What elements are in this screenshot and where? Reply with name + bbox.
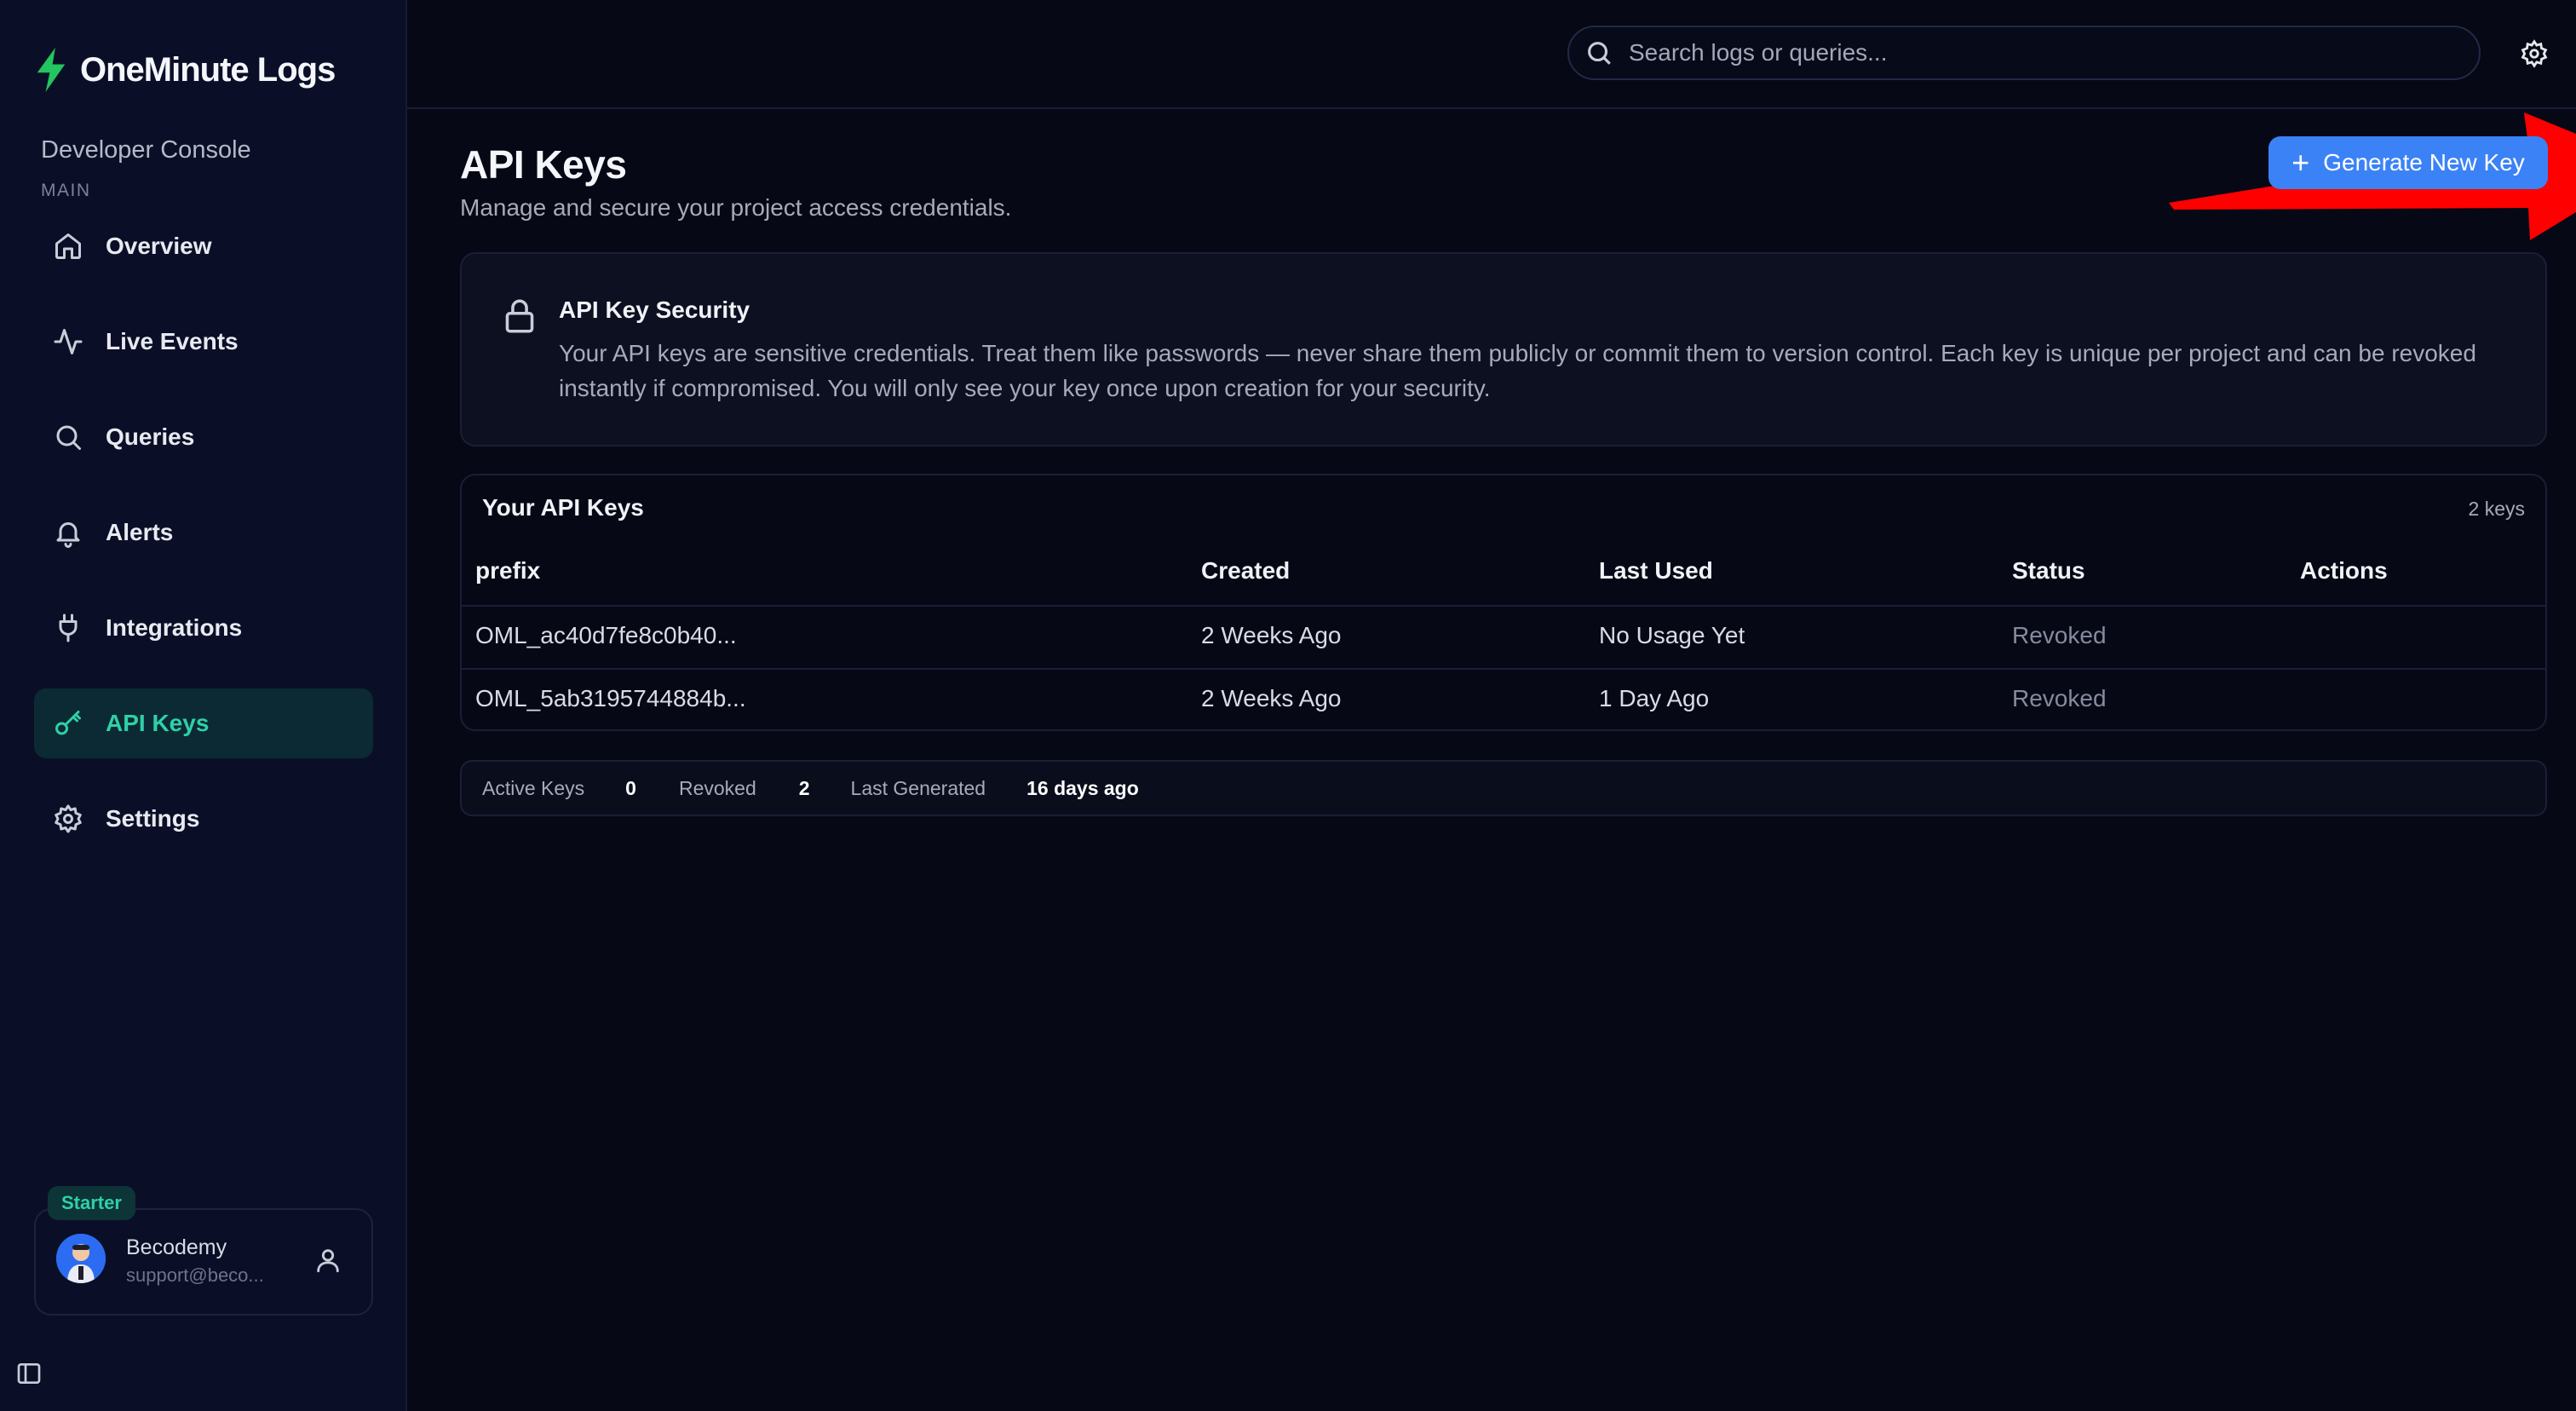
last-generated-value: 16 days ago [1026, 776, 1139, 799]
home-icon [55, 233, 81, 259]
table-title: Your API Keys [482, 494, 644, 521]
column-header-last-used[interactable]: Last Used [1599, 557, 1713, 585]
main-content: API Keys Manage and secure your project … [407, 0, 2576, 1411]
top-bar [407, 0, 2576, 109]
gear-icon [55, 804, 82, 833]
console-label: Developer Console [41, 136, 251, 164]
search-icon [1588, 42, 1611, 65]
keys-count: 2 keys [2468, 498, 2525, 520]
plus-icon: + [2291, 145, 2310, 180]
sidebar: OneMinute Logs Developer Console MAIN Ov… [0, 0, 407, 1411]
column-header-created[interactable]: Created [1201, 557, 1290, 585]
key-status: Revoked [2012, 622, 2107, 648]
lightning-bolt-icon [37, 48, 66, 92]
user-email: support@beco... [126, 1264, 264, 1286]
bell-icon [56, 522, 80, 548]
page-title: API Keys [460, 142, 627, 187]
app-root: OneMinute Logs Developer Console MAIN Ov… [0, 0, 2576, 1411]
last-generated-label: Last Generated [850, 776, 986, 799]
column-header-status[interactable]: Status [2012, 557, 2085, 585]
security-title: API Key Security [559, 297, 750, 323]
user-profile-icon[interactable] [313, 1246, 342, 1275]
sidebar-item-api-keys[interactable]: API Keys [34, 688, 373, 758]
key-prefix: OML_5ab3195744884b... [475, 685, 746, 711]
lock-icon [503, 298, 537, 334]
section-label: MAIN [41, 181, 91, 200]
key-last-used: 1 Day Ago [1599, 685, 1710, 711]
active-keys-label: Active Keys [482, 776, 585, 799]
sidebar-item-label: Settings [106, 805, 200, 832]
key-created: 2 Weeks Ago [1201, 685, 1342, 711]
user-card[interactable]: Becodemy support@beco... [34, 1208, 373, 1316]
sidebar-item-label: Alerts [106, 519, 174, 545]
page-subtitle: Manage and secure your project access cr… [460, 194, 1012, 221]
plug-icon [59, 613, 78, 642]
avatar [56, 1234, 106, 1283]
sidebar-item-label: Overview [106, 233, 212, 259]
security-text: Your API keys are sensitive credentials.… [559, 340, 2476, 401]
table-row[interactable]: OML_ac40d7fe8c0b40... 2 Weeks Ago No Usa… [462, 605, 2545, 668]
generate-new-key-button[interactable]: + Generate New Key [2268, 136, 2548, 189]
security-info-card: API Key Security Your API keys are sensi… [460, 252, 2547, 446]
search-icon [56, 425, 81, 450]
sidebar-item-label: Live Events [106, 328, 239, 354]
key-prefix: OML_ac40d7fe8c0b40... [475, 622, 737, 648]
sidebar-item-live-events[interactable]: Live Events [34, 307, 373, 377]
key-created: 2 Weeks Ago [1201, 622, 1342, 648]
column-header-prefix[interactable]: prefix [475, 557, 540, 585]
sidebar-item-overview[interactable]: Overview [34, 211, 373, 281]
revoked-label: Revoked [678, 776, 756, 799]
sidebar-item-alerts[interactable]: Alerts [34, 498, 373, 567]
generate-button-label: Generate New Key [2323, 149, 2525, 176]
key-stats-bar: Active Keys 0 Revoked 2 Last Generated 1… [460, 760, 2547, 816]
avatar-image [56, 1234, 106, 1283]
api-keys-table: Your API Keys 2 keys prefix Created Last… [460, 474, 2547, 731]
plan-badge: Starter [48, 1186, 135, 1220]
sidebar-item-label: Integrations [106, 614, 243, 641]
sidebar-item-settings[interactable]: Settings [34, 784, 373, 854]
search-bar[interactable] [1567, 26, 2481, 80]
key-last-used: No Usage Yet [1599, 622, 1745, 648]
activity-icon [54, 329, 83, 354]
brand-logo[interactable]: OneMinute Logs [34, 48, 336, 92]
sidebar-item-label: Queries [106, 423, 195, 450]
sidebar-nav: Overview Live Events Queries Alerts Inte… [34, 211, 373, 879]
revoked-value: 2 [798, 776, 810, 799]
user-name: Becodemy [126, 1235, 227, 1259]
table-row[interactable]: OML_5ab3195744884b... 2 Weeks Ago 1 Day … [462, 668, 2545, 729]
key-status: Revoked [2012, 685, 2107, 711]
search-input[interactable] [1629, 39, 2479, 66]
sidebar-toggle-icon[interactable] [15, 1360, 43, 1387]
active-keys-value: 0 [625, 776, 636, 799]
brand-name: OneMinute Logs [80, 50, 336, 89]
sidebar-item-integrations[interactable]: Integrations [34, 593, 373, 663]
sidebar-item-label: API Keys [106, 710, 210, 736]
column-header-actions: Actions [2300, 557, 2388, 584]
key-icon [55, 711, 81, 735]
settings-gear-icon[interactable] [2520, 39, 2549, 68]
sidebar-item-queries[interactable]: Queries [34, 402, 373, 472]
